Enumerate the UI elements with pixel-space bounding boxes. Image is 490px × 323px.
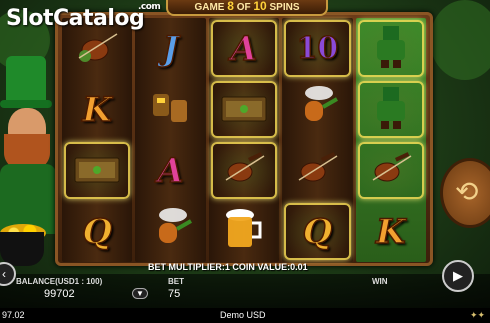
footer-bar: 97.02 Demo USD ✦✦: [0, 308, 490, 323]
reel-1: KQ: [62, 18, 133, 262]
reel-grid: K Q J A A 10 Q K: [62, 18, 426, 262]
balance-value: 99702: [44, 288, 75, 300]
reel-symbol: [209, 201, 279, 262]
footer-left-value: 97.02: [2, 310, 25, 320]
game-scene: KQJAA10QK SlotCatalog.com GAME 8 OF 10 S…: [0, 0, 490, 323]
pipe-icon: [147, 207, 195, 256]
reel-5: K: [355, 18, 426, 262]
spin-play-button[interactable]: ▶: [442, 260, 474, 292]
beer-mug-icon: [220, 207, 268, 256]
letter-symbol-a: A: [230, 28, 258, 70]
leprechaun-hat-brim: [0, 100, 52, 108]
leprechaun-hat: [6, 56, 46, 102]
letter-symbol-k: K: [375, 211, 406, 253]
reel-symbol: 10: [282, 18, 353, 79]
bet-value: 75: [168, 288, 181, 300]
win-label: WIN: [372, 277, 388, 286]
reel-symbol: [355, 18, 426, 79]
provider-logo-icon: ✦✦: [470, 310, 486, 320]
reel-symbol: J: [135, 18, 205, 79]
reel-symbol: K: [356, 201, 426, 262]
reel-symbol: [208, 79, 280, 140]
reel-symbol: [355, 79, 426, 140]
letter-symbol-q: Q: [82, 211, 113, 253]
reel-symbol: Q: [62, 201, 132, 262]
wild-leprechaun-icon: [363, 83, 419, 136]
letter-symbol-10: 10: [296, 30, 339, 67]
bet-level-icon[interactable]: ▼: [132, 288, 148, 299]
balance-label: BALANCE(USD1 : 100): [16, 277, 103, 286]
site-logo: SlotCatalog .com: [6, 2, 161, 31]
reel-symbol: [282, 79, 352, 140]
reel-3: A: [208, 18, 280, 262]
reel-2: JA: [135, 18, 206, 262]
reel-symbol: [355, 140, 426, 201]
bet-multiplier-text: BET MULTIPLIER:1 COIN VALUE:0.01: [148, 262, 308, 272]
letter-symbol-a: A: [157, 150, 185, 192]
bet-label: BET: [168, 277, 184, 286]
fiddle-icon: [293, 148, 341, 193]
pot-of-gold: [0, 232, 44, 266]
reel-symbol: A: [208, 18, 280, 79]
reel-symbol: Q: [282, 201, 353, 262]
reel-symbol: [135, 201, 205, 262]
letter-symbol-k: K: [82, 89, 113, 131]
book-icon: [71, 148, 123, 193]
letter-symbol-q: Q: [302, 211, 333, 253]
fiddle-icon: [220, 148, 268, 193]
wild-leprechaun-icon: [363, 22, 419, 75]
reel-symbol: K: [62, 79, 132, 140]
demo-currency-label: Demo USD: [220, 310, 266, 320]
control-panel: ‹ BALANCE(USD1 : 100) 99702 ▼ BET 75 WIN…: [0, 260, 490, 311]
reel-symbol: A: [135, 140, 205, 201]
leprechaun-character: [0, 56, 58, 266]
reel-symbol: [208, 140, 280, 201]
fiddle-icon: [367, 148, 415, 193]
reel-4: 10 Q: [282, 18, 353, 262]
free-spins-banner: GAME 8 OF 10 SPINS: [166, 0, 328, 16]
tree-leaves: [430, 0, 490, 80]
book-icon: [218, 87, 270, 132]
reel-symbol: [62, 140, 133, 201]
pipe-icon: [293, 85, 341, 134]
reel-symbol: [282, 140, 352, 201]
reel-symbol: [135, 79, 205, 140]
letter-symbol-j: J: [162, 28, 180, 70]
boots-icon: [147, 86, 195, 133]
wild-fiddle-icon: [73, 26, 121, 71]
barrel-spin-icon[interactable]: [440, 158, 490, 228]
